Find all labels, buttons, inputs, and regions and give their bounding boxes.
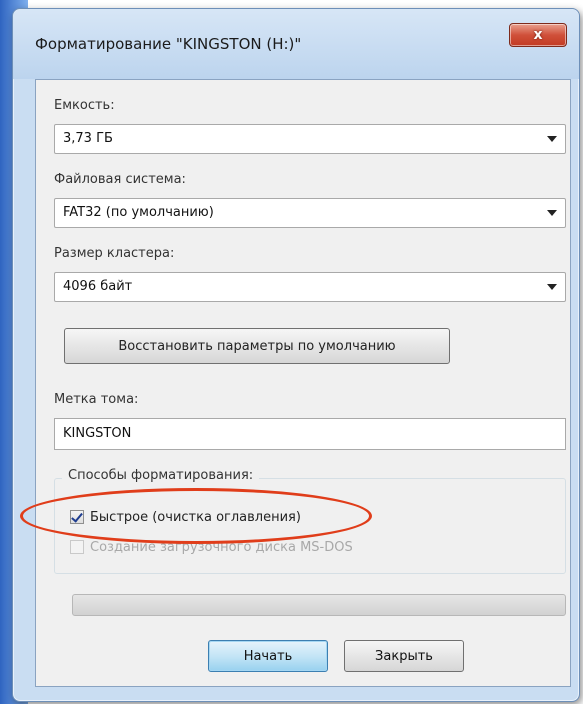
window-title: Форматирование "KINGSTON (H:)" [35, 35, 302, 53]
chevron-down-icon [547, 136, 557, 142]
format-options-title: Способы форматирования: [62, 468, 260, 483]
volume-label-value: KINGSTON [63, 426, 132, 441]
filesystem-label: Файловая система: [54, 172, 186, 187]
highlight-annotation [20, 488, 372, 544]
format-progress-bar [72, 594, 566, 616]
cluster-label: Размер кластера: [54, 246, 175, 261]
close-icon: x [533, 27, 543, 43]
format-dialog: Форматирование "KINGSTON (H:)" x Емкость… [12, 8, 580, 702]
capacity-label: Емкость: [54, 98, 115, 113]
chevron-down-icon [547, 284, 557, 290]
filesystem-value: FAT32 (по умолчанию) [63, 205, 214, 220]
volume-label-input[interactable]: KINGSTON [54, 418, 566, 450]
cluster-select[interactable]: 4096 байт [54, 272, 566, 302]
cluster-value: 4096 байт [63, 279, 133, 294]
msdos-boot-checkbox [70, 540, 84, 554]
restore-defaults-button[interactable]: Восстановить параметры по умолчанию [64, 328, 450, 364]
dialog-client-area: Емкость: 3,73 ГБ Файловая система: FAT32… [35, 79, 571, 687]
title-bar: Форматирование "KINGSTON (H:)" x [13, 9, 579, 79]
filesystem-select[interactable]: FAT32 (по умолчанию) [54, 198, 566, 228]
close-button[interactable]: Закрыть [344, 640, 464, 672]
start-button[interactable]: Начать [208, 640, 328, 672]
capacity-value: 3,73 ГБ [63, 131, 113, 146]
capacity-select[interactable]: 3,73 ГБ [54, 124, 566, 154]
chevron-down-icon [547, 210, 557, 216]
volume-label-caption: Метка тома: [54, 392, 139, 407]
close-window-button[interactable]: x [509, 23, 567, 47]
